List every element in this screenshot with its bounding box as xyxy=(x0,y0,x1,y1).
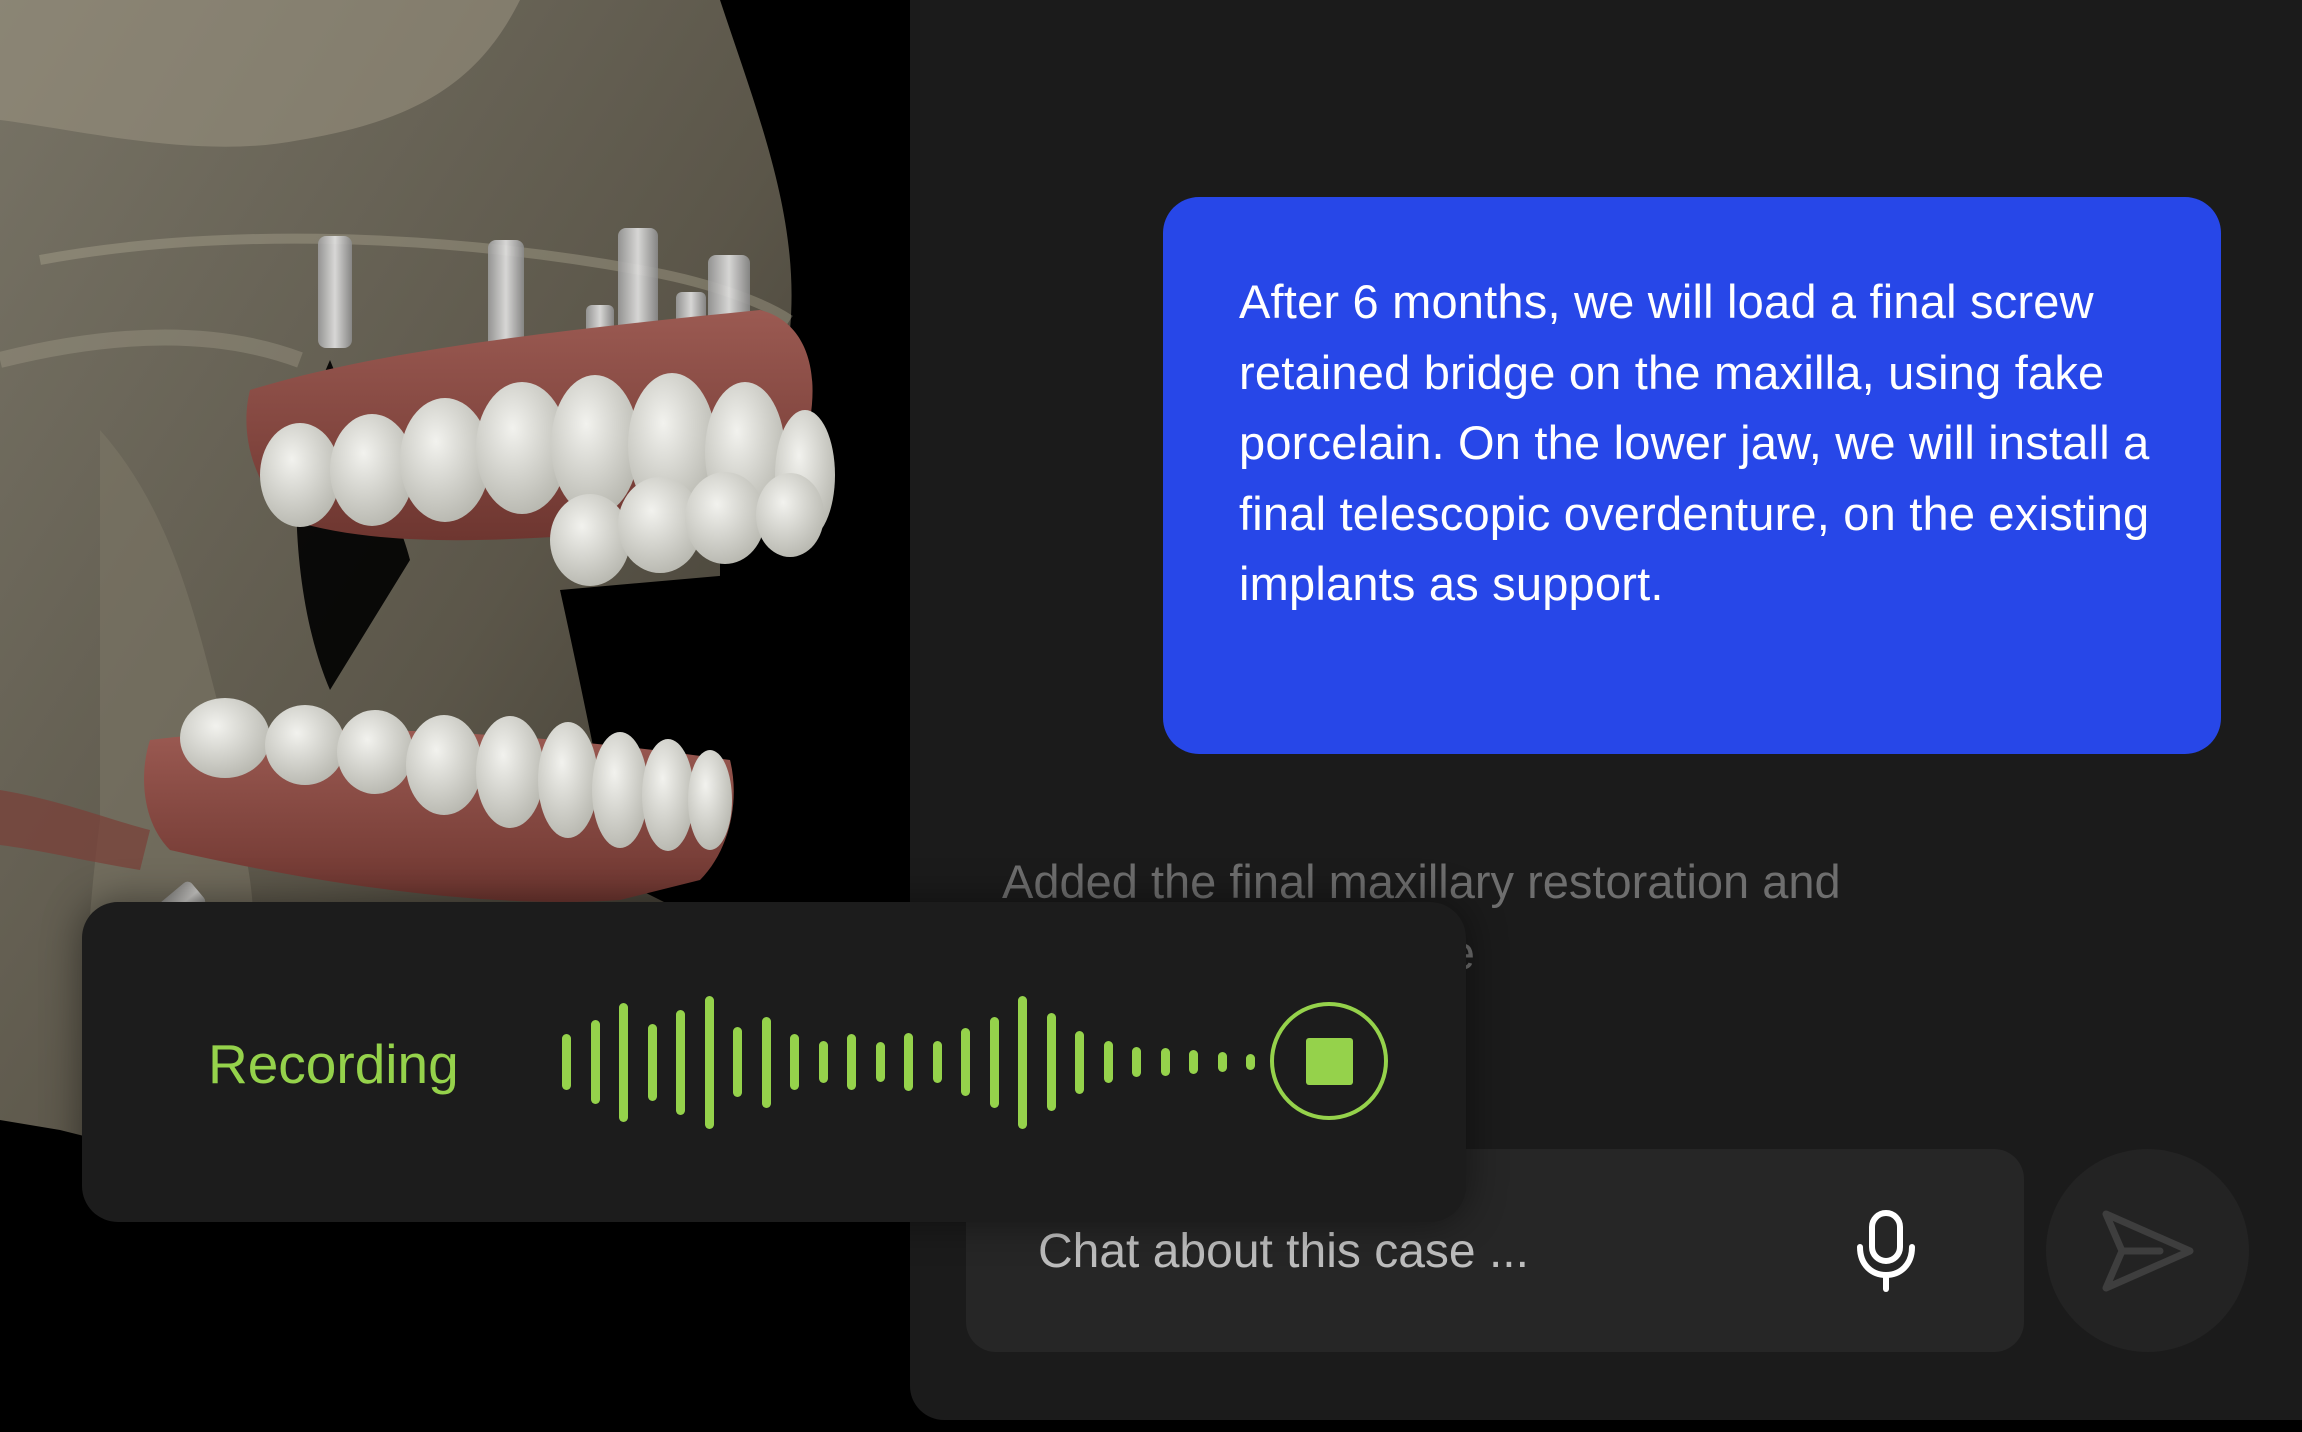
audio-waveform xyxy=(562,992,1262,1132)
waveform-bar xyxy=(1018,995,1027,1129)
stop-square-icon xyxy=(1305,1037,1353,1085)
send-arrow-icon xyxy=(2102,1210,2193,1291)
waveform-bar xyxy=(1246,1053,1255,1071)
user-message-bubble: After 6 months, we will load a final scr… xyxy=(1163,197,2221,754)
waveform-bar xyxy=(1160,1048,1170,1076)
waveform-bar xyxy=(1075,1030,1084,1094)
waveform-bar xyxy=(932,1041,942,1083)
waveform-bar xyxy=(761,1016,771,1108)
recording-label: Recording xyxy=(208,1033,459,1095)
mic-button[interactable] xyxy=(1836,1201,1936,1301)
chat-input[interactable] xyxy=(1038,1219,1798,1283)
waveform-bar xyxy=(704,995,714,1129)
waveform-bar xyxy=(847,1034,856,1090)
waveform-bar xyxy=(647,1023,657,1101)
waveform-bar xyxy=(676,1009,685,1115)
waveform-bar xyxy=(733,1027,742,1097)
waveform-bar xyxy=(961,1028,970,1096)
waveform-bar xyxy=(790,1034,799,1090)
waveform-bar xyxy=(590,1020,600,1104)
waveform-bar xyxy=(989,1016,999,1108)
recording-panel: Recording xyxy=(82,902,1466,1222)
waveform-bar xyxy=(619,1002,628,1122)
stop-recording-button[interactable] xyxy=(1270,1002,1388,1120)
waveform-bar xyxy=(1132,1046,1141,1078)
send-button[interactable] xyxy=(2046,1149,2249,1352)
waveform-bar xyxy=(1189,1050,1198,1074)
waveform-bar xyxy=(875,1042,885,1082)
user-message-text: After 6 months, we will load a final scr… xyxy=(1239,275,2150,610)
microphone-icon xyxy=(1857,1210,1915,1292)
waveform-bar xyxy=(1103,1041,1113,1083)
waveform-bar xyxy=(1217,1052,1227,1072)
waveform-bar xyxy=(904,1032,913,1092)
waveform-bar xyxy=(1046,1013,1056,1111)
waveform-bar xyxy=(562,1034,571,1090)
waveform-bar xyxy=(818,1041,828,1083)
